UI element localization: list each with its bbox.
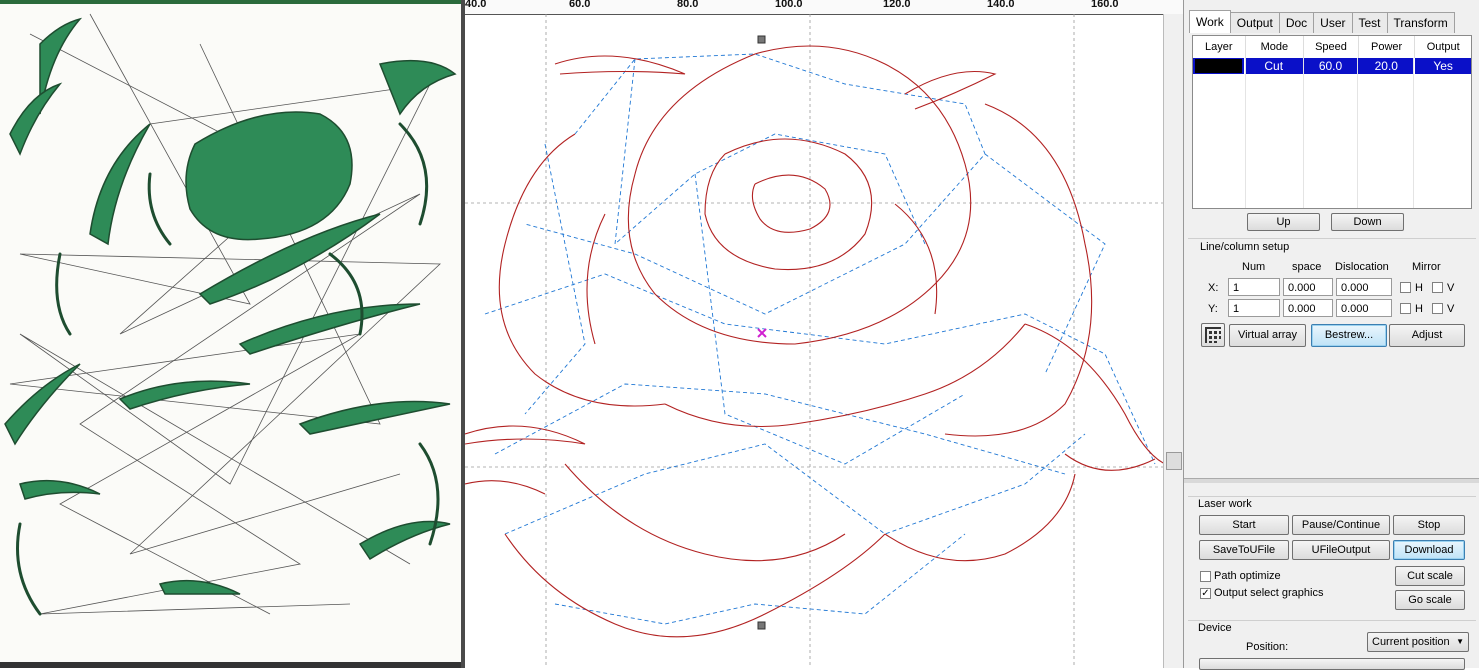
table-row[interactable]: Cut 60.0 20.0 Yes <box>1193 58 1471 74</box>
column-header-speed: Speed <box>1304 36 1359 58</box>
mirror-header: Mirror <box>1412 261 1441 273</box>
y-mirror-v-checkbox[interactable] <box>1432 303 1443 314</box>
output-select-label: Output select graphics <box>1214 587 1324 599</box>
rose-photo <box>0 0 461 662</box>
column-header-layer: Layer <box>1193 36 1246 58</box>
ufile-output-button[interactable]: UFileOutput <box>1292 540 1390 560</box>
layer-color-cell[interactable] <box>1193 58 1245 74</box>
vertical-scrollbar[interactable] <box>1163 14 1183 668</box>
column-header-power: Power <box>1359 36 1416 58</box>
tab-work[interactable]: Work <box>1189 10 1231 33</box>
space-header: space <box>1292 261 1322 273</box>
y-mirror-v-label: V <box>1447 303 1455 315</box>
device-title: Device <box>1198 622 1232 634</box>
y-mirror-h-checkbox[interactable] <box>1400 303 1411 314</box>
panel-separator <box>1184 478 1479 483</box>
ruler-label: 40.0 <box>465 0 487 10</box>
download-button[interactable]: Download <box>1393 540 1465 560</box>
ruler-label: 80.0 <box>677 0 699 10</box>
line-column-title: Line/column setup <box>1200 241 1290 253</box>
path-optimize-checkbox[interactable] <box>1200 571 1211 582</box>
position-label: Position: <box>1246 641 1289 653</box>
path-optimize-label: Path optimize <box>1214 570 1281 582</box>
layer-table[interactable]: Layer Mode Speed Power Output Cut 60.0 2… <box>1192 35 1472 209</box>
column-header-mode: Mode <box>1246 36 1305 58</box>
layer-mode-cell[interactable]: Cut <box>1245 58 1304 74</box>
x-space-field[interactable]: 0.000 <box>1283 278 1333 296</box>
ruler-label: 160.0 <box>1091 0 1119 10</box>
column-header-output: Output <box>1426 41 1460 53</box>
horizontal-ruler: 40.0 60.0 80.0 100.0 120.0 140.0 160.0 <box>465 0 1183 15</box>
up-button[interactable]: Up <box>1247 213 1320 231</box>
laser-work-title: Laser work <box>1198 498 1252 510</box>
ruler-label: 120.0 <box>883 0 911 10</box>
ruler-label: 100.0 <box>775 0 803 10</box>
dislocation-header: Dislocation <box>1335 261 1389 273</box>
control-panel: Work Output Doc User Test Transform Laye… <box>1183 0 1479 670</box>
start-button[interactable]: Start <box>1199 515 1289 535</box>
num-header: Num <box>1242 261 1266 273</box>
y-space-field[interactable]: 0.000 <box>1283 299 1333 317</box>
tab-transform[interactable]: Transform <box>1386 12 1455 33</box>
y-mirror-h-label: H <box>1415 303 1423 315</box>
x-mirror-h-label: H <box>1415 282 1423 294</box>
design-canvas[interactable] <box>465 14 1163 668</box>
y-num-field[interactable]: 1 <box>1228 299 1280 317</box>
cut-paths <box>465 45 1163 638</box>
down-button[interactable]: Down <box>1331 213 1404 231</box>
tab-output[interactable]: Output <box>1229 12 1280 33</box>
y-dislocation-field[interactable]: 0.000 <box>1336 299 1392 317</box>
y-label: Y: <box>1208 303 1218 315</box>
virtual-array-button[interactable]: Virtual array <box>1229 324 1306 347</box>
tab-user[interactable]: User <box>1313 12 1353 33</box>
selection-handle-bottom[interactable] <box>757 621 766 630</box>
array-grid-icon[interactable] <box>1201 323 1225 347</box>
bestrew-button[interactable]: Bestrew... <box>1311 324 1387 347</box>
position-dropdown-value: Current position <box>1372 636 1450 648</box>
panel-tabs: Work Output Doc User Test Transform <box>1189 10 1455 33</box>
design-canvas-area[interactable]: 40.0 60.0 80.0 100.0 120.0 140.0 160.0 <box>465 0 1183 668</box>
chevron-down-icon: ▼ <box>1456 637 1464 646</box>
layer-table-header: Layer Mode Speed Power Output <box>1193 36 1471 58</box>
go-scale-button[interactable]: Go scale <box>1395 590 1465 610</box>
pause-continue-button[interactable]: Pause/Continue <box>1292 515 1390 535</box>
rose-photo-image <box>4 13 457 616</box>
x-mirror-h-checkbox[interactable] <box>1400 282 1411 293</box>
x-dislocation-field[interactable]: 0.000 <box>1336 278 1392 296</box>
center-mark-icon <box>757 328 767 338</box>
layer-power-cell[interactable]: 20.0 <box>1358 58 1416 74</box>
travel-paths <box>484 53 1156 625</box>
stop-button[interactable]: Stop <box>1393 515 1465 535</box>
scrollbar-thumb[interactable] <box>1166 452 1182 470</box>
cut-scale-button[interactable]: Cut scale <box>1395 566 1465 586</box>
device-button-partial[interactable] <box>1199 658 1465 670</box>
ruler-label: 140.0 <box>987 0 1015 10</box>
layer-color-swatch <box>1195 59 1242 73</box>
save-to-ufile-button[interactable]: SaveToUFile <box>1199 540 1289 560</box>
ruler-label: 60.0 <box>569 0 591 10</box>
tab-test[interactable]: Test <box>1351 12 1388 33</box>
photo-status-bar <box>0 662 461 668</box>
output-select-checkbox[interactable]: ✓ <box>1200 588 1211 599</box>
selection-handle-top[interactable] <box>757 35 766 44</box>
x-label: X: <box>1208 282 1219 294</box>
layer-speed-cell[interactable]: 60.0 <box>1304 58 1359 74</box>
x-mirror-v-checkbox[interactable] <box>1432 282 1443 293</box>
layer-output-cell[interactable]: Yes <box>1415 58 1471 74</box>
x-mirror-v-label: V <box>1447 282 1455 294</box>
x-num-field[interactable]: 1 <box>1228 278 1280 296</box>
tab-doc[interactable]: Doc <box>1278 12 1315 33</box>
position-dropdown[interactable]: Current position ▼ <box>1367 632 1469 652</box>
adjust-button[interactable]: Adjust <box>1389 324 1465 347</box>
